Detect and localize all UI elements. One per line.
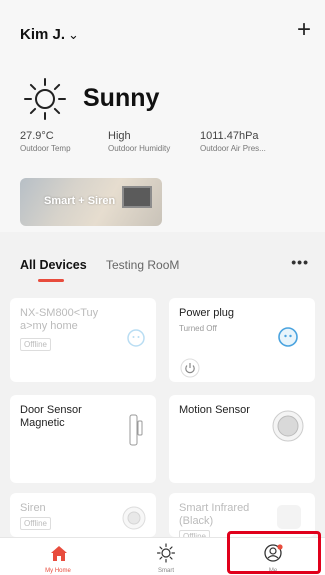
active-tab-indicator (38, 279, 64, 282)
device-card[interactable]: Siren Offline (10, 493, 156, 537)
door-sensor-icon (129, 414, 143, 446)
home-selector[interactable]: Kim J. ⌄ (20, 26, 79, 43)
chevron-down-icon: ⌄ (68, 27, 79, 42)
nav-smart[interactable]: Smart (126, 538, 206, 575)
add-device-button[interactable]: + (297, 18, 311, 42)
stat-value: High (108, 130, 131, 142)
scene-card[interactable]: Smart + Siren (20, 178, 162, 226)
tab-testing-room[interactable]: Testing RooM (106, 258, 179, 272)
power-toggle-button[interactable] (180, 358, 200, 378)
home-icon (51, 546, 67, 561)
more-icon[interactable]: ••• (291, 254, 309, 270)
device-name: NX-SM800<Tuy a>my home (20, 307, 99, 332)
tab-all-devices[interactable]: All Devices (20, 258, 87, 272)
offline-badge: Offline (20, 338, 51, 351)
device-name: Door Sensor Magnetic (20, 404, 82, 429)
offline-badge: Offline (20, 517, 51, 530)
outlet-icon (127, 329, 145, 347)
device-name: Power plug (179, 307, 235, 319)
stat-label: Outdoor Temp (20, 144, 71, 153)
device-name: Siren (20, 502, 46, 514)
device-card[interactable]: Motion Sensor (169, 395, 315, 483)
nav-my-home[interactable]: My Home (18, 538, 98, 575)
header: Kim J. ⌄ + Sunny 27.9°C Outdoor Temp High… (0, 0, 325, 232)
scene-image (122, 186, 152, 208)
device-name: Motion Sensor (179, 404, 250, 416)
stat-value: 1011.47hPa (200, 130, 259, 142)
siren-icon (122, 506, 146, 530)
stat-value: 27.9°C (20, 130, 54, 142)
outlet-icon (278, 327, 298, 347)
weather-stat-humidity: High Outdoor Humidity (108, 130, 170, 153)
stat-label: Outdoor Humidity (108, 144, 171, 153)
device-card[interactable]: NX-SM800<Tuy a>my home Offline (10, 298, 156, 382)
me-tab-highlight-box (227, 531, 321, 574)
device-name: Smart Infrared (Black) (179, 502, 250, 527)
home-name-label: Kim J. (20, 26, 66, 43)
scene-label: Smart + Siren (44, 195, 116, 207)
device-card[interactable]: Power plug Turned Off (169, 298, 315, 382)
sun-icon (24, 78, 66, 120)
room-tabs: All Devices Testing RooM ••• (0, 232, 325, 282)
weather-stat-temp: 27.9°C Outdoor Temp (20, 130, 71, 153)
device-card[interactable]: Door Sensor Magnetic (10, 395, 156, 483)
sun-outline-icon (157, 543, 175, 563)
weather-stat-pressure: 1011.47hPa Outdoor Air Pres... (200, 130, 266, 153)
nav-label: Smart (157, 568, 174, 574)
infrared-icon (277, 505, 301, 529)
weather-condition: Sunny (83, 84, 160, 112)
nav-label: My Home (45, 568, 71, 574)
stat-label: Outdoor Air Pres... (200, 144, 266, 153)
device-status: Turned Off (179, 324, 217, 333)
motion-sensor-icon (272, 410, 304, 442)
